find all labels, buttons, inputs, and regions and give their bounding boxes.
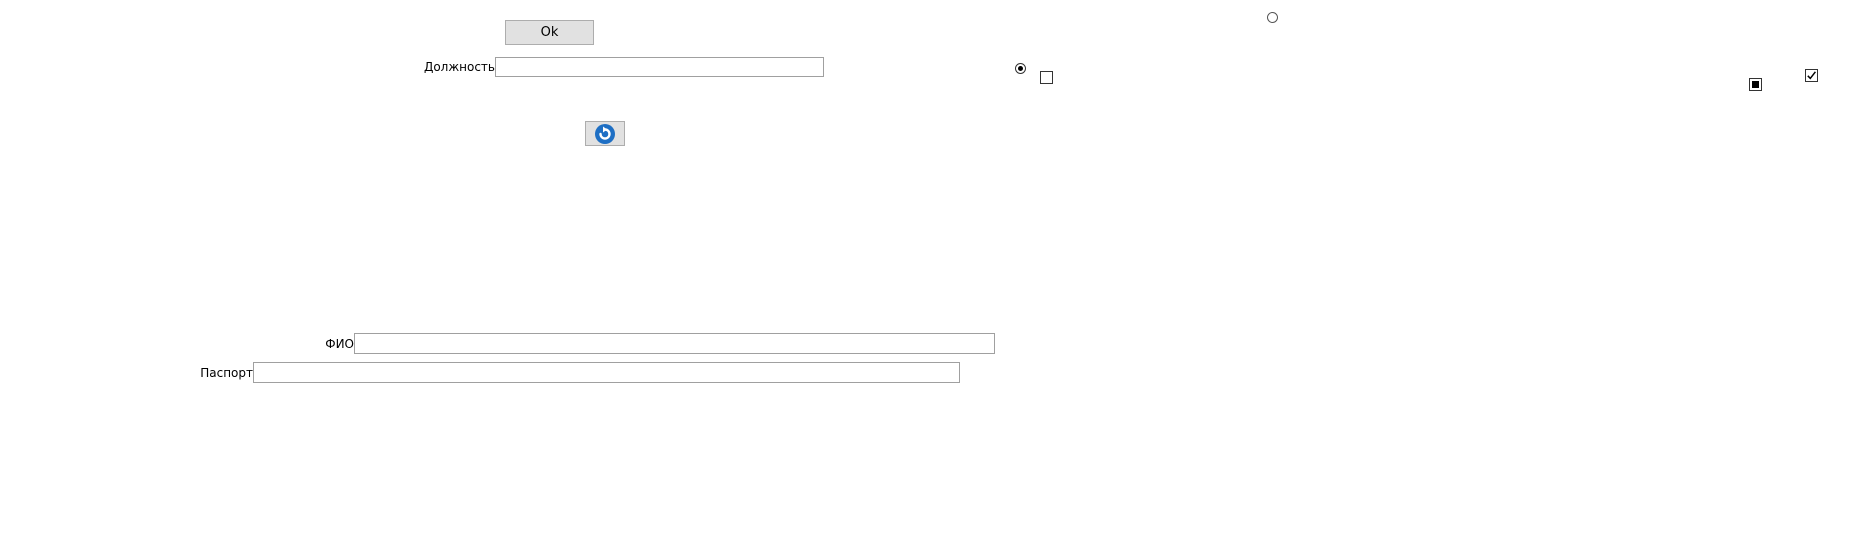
passport-input[interactable] [253, 362, 960, 383]
position-input[interactable] [495, 57, 824, 77]
ok-button[interactable]: Ok [505, 20, 594, 45]
radio-button-unchecked[interactable] [1267, 12, 1278, 23]
passport-label: Паспорт [200, 366, 253, 380]
checkbox-checked[interactable] [1805, 69, 1818, 82]
fio-label: ФИО [325, 337, 354, 351]
ok-button-label: Ok [540, 25, 559, 40]
checkmark-icon [1806, 70, 1817, 81]
radio-button-checked[interactable] [1015, 63, 1026, 74]
refresh-button[interactable] [585, 121, 625, 146]
checkbox-unchecked[interactable] [1040, 71, 1053, 84]
refresh-icon [594, 123, 616, 145]
indeterminate-mark-icon [1752, 81, 1759, 88]
fio-input[interactable] [354, 333, 995, 354]
radio-dot-icon [1018, 66, 1023, 71]
position-label: Должность [423, 60, 495, 74]
checkbox-indeterminate[interactable] [1749, 78, 1762, 91]
